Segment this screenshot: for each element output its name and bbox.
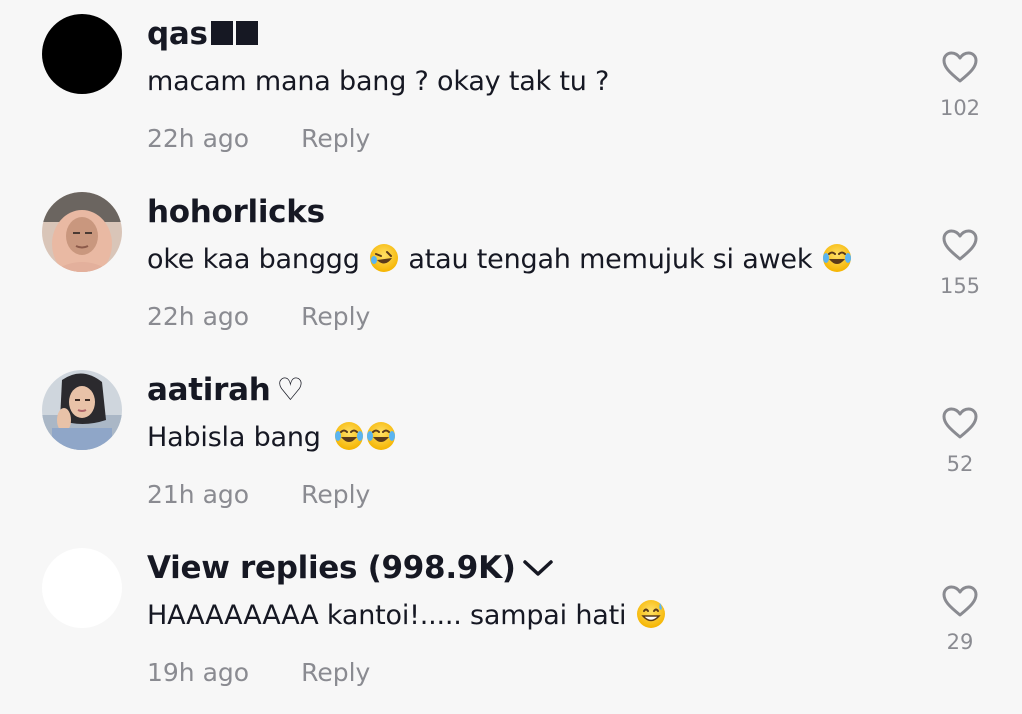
username-text: qas	[147, 16, 208, 52]
comment-text: HAAAAAAAA kantoi!..... sampai hati	[147, 599, 667, 631]
comment-meta: 22h ago Reply	[147, 302, 370, 331]
like-count: 52	[946, 452, 974, 476]
heart-outline-icon	[942, 585, 978, 617]
chevron-down-icon	[522, 559, 553, 576]
heart-outline-icon	[942, 229, 978, 261]
comment-meta: 19h ago Reply	[147, 658, 370, 687]
tears-of-joy-icon	[822, 243, 851, 272]
like-button[interactable]: 29	[930, 584, 990, 654]
reply-button[interactable]: Reply	[301, 480, 370, 509]
comment-text-part: atau tengah memujuk si awek	[408, 244, 813, 275]
view-replies-button[interactable]: View replies (998.9K)	[147, 550, 554, 586]
comment-text: macam mana bang ? okay tak tu ?	[147, 66, 610, 97]
comment-username[interactable]: hohorlicks	[147, 194, 325, 230]
heart-outline-icon	[942, 51, 978, 83]
comment-time: 21h ago	[147, 480, 250, 509]
heart-badge-icon: ♡	[276, 372, 304, 408]
like-count: 29	[946, 630, 974, 654]
reply-button[interactable]: Reply	[301, 302, 370, 331]
avatar[interactable]	[42, 548, 122, 628]
tears-of-joy-icon	[335, 421, 364, 450]
avatar[interactable]	[42, 14, 122, 94]
like-button[interactable]: 155	[930, 228, 990, 298]
comment-item: aatirah ♡ Habisla bang 21h ago Reply 52	[0, 356, 1022, 534]
comment-text: oke kaa banggg atau tengah memujuk si aw…	[147, 243, 853, 275]
like-count: 155	[939, 274, 981, 298]
like-button[interactable]: 52	[930, 406, 990, 476]
heart-outline-icon	[942, 407, 978, 439]
username-text: aatirah	[147, 372, 271, 408]
comment-item: qas macam mana bang ? okay tak tu ? 22h …	[0, 0, 1022, 178]
unknown-glyph-icon	[235, 20, 258, 45]
tears-of-joy-icon	[367, 421, 396, 450]
comment-text: Habisla bang	[147, 421, 397, 453]
like-button[interactable]: 102	[930, 50, 990, 120]
like-count: 102	[939, 96, 981, 120]
reply-button[interactable]: Reply	[301, 124, 370, 153]
grinning-sweat-icon	[636, 599, 665, 628]
comment-username[interactable]: aatirah ♡	[147, 372, 304, 408]
comment-time: 22h ago	[147, 302, 250, 331]
view-replies-label: View replies (998.9K)	[147, 550, 516, 586]
comment-time: 19h ago	[147, 658, 250, 687]
comment-meta: 22h ago Reply	[147, 124, 370, 153]
unknown-glyph-icon	[210, 20, 233, 45]
avatar[interactable]	[42, 370, 122, 450]
avatar[interactable]	[42, 192, 122, 272]
comment-item: View replies (998.9K) HAAAAAAAA kantoi!.…	[0, 534, 1022, 712]
rolling-on-floor-laughing-icon	[370, 243, 399, 272]
comment-text-part: Habisla bang	[147, 422, 321, 453]
comment-item: hohorlicks oke kaa banggg atau tengah me…	[0, 178, 1022, 356]
reply-button[interactable]: Reply	[301, 658, 370, 687]
comment-text-part: HAAAAAAAA kantoi!..... sampai hati	[147, 600, 627, 631]
comment-text-part: oke kaa banggg	[147, 244, 360, 275]
comment-time: 22h ago	[147, 124, 250, 153]
comment-username[interactable]: qas	[147, 16, 258, 52]
comment-meta: 21h ago Reply	[147, 480, 370, 509]
